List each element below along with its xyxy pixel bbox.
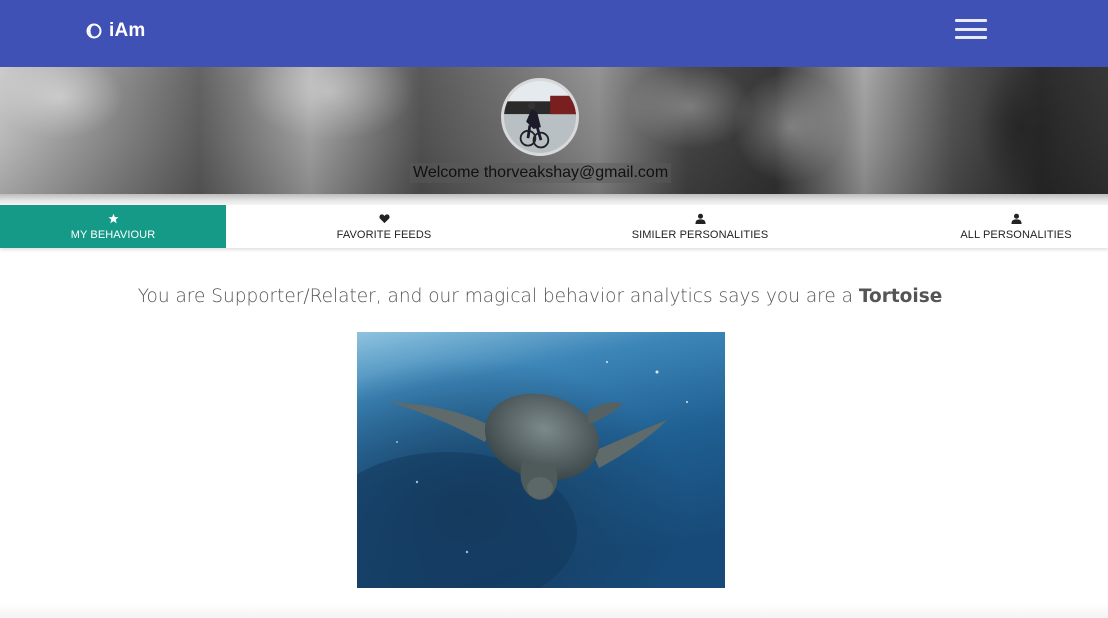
- result-sentence: You are Supporter/Relater, and our magic…: [137, 286, 859, 307]
- result-animal: Tortoise: [858, 286, 943, 307]
- sea-turtle-photo: [357, 332, 725, 588]
- tab-my-behaviour[interactable]: MY BEHAVIOUR: [0, 205, 226, 248]
- tab-similer-personalities[interactable]: SIMILER PERSONALITIES: [586, 205, 814, 248]
- half-moon-icon: [86, 23, 102, 39]
- cyclist-photo: [504, 81, 576, 153]
- top-navbar: iAm: [0, 0, 1108, 67]
- heart-icon: [378, 213, 390, 223]
- star-icon: [107, 213, 119, 223]
- tab-label: FAVORITE FEEDS: [336, 228, 432, 241]
- tab-label: MY BEHAVIOUR: [70, 228, 156, 241]
- profile-banner: Welcome thorveakshay@gmail.com: [0, 67, 1108, 194]
- hamburger-menu-button[interactable]: [954, 17, 988, 41]
- user-icon: [1010, 213, 1022, 224]
- section-tabs: MY BEHAVIOUR FAVORITE FEEDS SIMILER PERS…: [0, 205, 1108, 248]
- hamburger-menu-icon: [955, 19, 987, 22]
- tab-all-personalities[interactable]: ALL PERSONALITIES: [902, 205, 1108, 248]
- welcome-message: Welcome thorveakshay@gmail.com: [410, 163, 672, 183]
- user-icon: [694, 213, 706, 224]
- tab-label: ALL PERSONALITIES: [960, 228, 1072, 241]
- tab-label: SIMILER PERSONALITIES: [631, 228, 769, 241]
- behaviour-result-text: You are Supporter/Relater, and our magic…: [0, 286, 1080, 307]
- avatar[interactable]: [501, 78, 579, 156]
- tab-favorite-feeds[interactable]: FAVORITE FEEDS: [270, 205, 498, 248]
- brand-name: iAm: [109, 20, 146, 41]
- brand-link[interactable]: iAm: [86, 19, 146, 43]
